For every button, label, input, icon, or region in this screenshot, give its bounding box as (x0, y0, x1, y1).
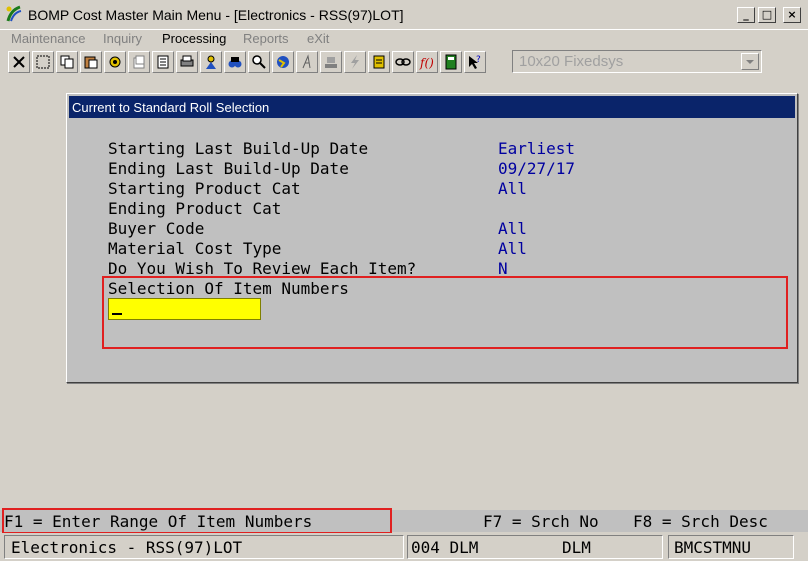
select-icon[interactable] (32, 51, 54, 73)
close-button[interactable]: × (783, 7, 801, 23)
minimize-button[interactable]: _ (737, 7, 755, 23)
svg-text:f(): f() (419, 56, 434, 70)
field-label: Material Cost Type (108, 239, 282, 258)
link-icon[interactable] (392, 51, 414, 73)
field-label: Ending Product Cat (108, 199, 282, 218)
status-program: BMCSTMNU (668, 535, 794, 559)
menu-exit[interactable]: eXit (307, 31, 329, 46)
calculator-icon[interactable] (440, 51, 462, 73)
printer-icon[interactable] (176, 51, 198, 73)
globe-icon[interactable] (272, 51, 294, 73)
lightning-icon[interactable] (344, 51, 366, 73)
document-icon[interactable] (128, 51, 150, 73)
note-icon[interactable] (368, 51, 390, 73)
copy-icon[interactable] (56, 51, 78, 73)
field-label: Starting Last Build-Up Date (108, 139, 369, 158)
f7-help[interactable]: F7 = Srch No (483, 512, 599, 531)
user-icon[interactable] (200, 51, 222, 73)
paste-icon[interactable] (80, 51, 102, 73)
help-highlight-box (2, 508, 392, 534)
status-user: 004 DLM DLM (407, 535, 663, 559)
item-number-input[interactable] (108, 298, 261, 320)
stamp-icon[interactable] (320, 51, 342, 73)
menu-inquiry[interactable]: Inquiry (103, 31, 142, 46)
field-value: All (498, 179, 527, 198)
field-label: Buyer Code (108, 219, 205, 238)
selection-prompt: Selection Of Item Numbers (108, 279, 349, 298)
field-value: All (498, 239, 527, 258)
settings-icon[interactable] (104, 51, 126, 73)
search-icon[interactable] (248, 51, 270, 73)
status-company: Electronics - RSS(97)LOT (4, 535, 404, 559)
chevron-down-icon[interactable] (741, 53, 759, 70)
field-label: Starting Product Cat (108, 179, 301, 198)
help-pointer-icon[interactable]: ? (464, 51, 486, 73)
app-icon (6, 5, 22, 22)
title-bar: BOMP Cost Master Main Menu - [Electronic… (0, 0, 808, 30)
field-value: All (498, 219, 527, 238)
menu-maintenance[interactable]: Maintenance (11, 31, 85, 46)
menu-bar: Maintenance Inquiry Processing Reports e… (0, 30, 808, 48)
menu-processing[interactable]: Processing (162, 31, 226, 46)
binoculars-icon[interactable] (224, 51, 246, 73)
dialog-title-bar: Current to Standard Roll Selection (69, 96, 795, 118)
dialog-title: Current to Standard Roll Selection (72, 100, 270, 115)
window-title: BOMP Cost Master Main Menu - [Electronic… (28, 7, 404, 23)
function-icon[interactable]: f() (416, 51, 438, 73)
field-value: 09/27/17 (498, 159, 576, 178)
f8-help[interactable]: F8 = Srch Desc (633, 512, 768, 531)
text-cursor (112, 313, 122, 315)
font-select[interactable]: 10x20 Fixedsys (512, 50, 762, 73)
font-icon[interactable] (296, 51, 318, 73)
list-icon[interactable] (152, 51, 174, 73)
maximize-button[interactable]: □ (758, 7, 776, 23)
svg-text:?: ? (476, 55, 481, 65)
status-bar: Electronics - RSS(97)LOT 004 DLM DLM BMC… (0, 533, 808, 561)
close-x-icon[interactable] (8, 51, 30, 73)
field-value: Earliest (498, 139, 576, 158)
field-label: Ending Last Build-Up Date (108, 159, 349, 178)
menu-reports[interactable]: Reports (243, 31, 289, 46)
